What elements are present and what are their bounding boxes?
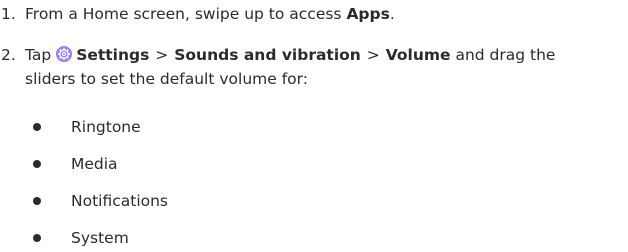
step-number: 1. — [1, 5, 16, 23]
step-text: From a Home screen, swipe up to access A… — [25, 2, 395, 26]
bullet-dot — [33, 234, 41, 242]
bullet-dot — [33, 160, 41, 168]
separator: > — [155, 46, 169, 64]
step-2-line-2: sliders to set the default volume for: — [25, 70, 308, 88]
settings-gear-icon — [56, 46, 73, 62]
separator: > — [366, 46, 380, 64]
sounds-label: Sounds and vibration — [174, 46, 361, 64]
bullet-label: System — [71, 229, 129, 247]
apps-label: Apps — [346, 5, 390, 23]
step-2-line-1: Tap Settings > Sounds and vibration > Vo… — [25, 43, 555, 67]
step-text-part: and drag the — [455, 46, 556, 64]
bullet-label: Notifications — [71, 192, 169, 210]
settings-label: Settings — [76, 46, 150, 64]
bullet-label: Ringtone — [71, 118, 141, 136]
bullet-label: Media — [71, 155, 118, 173]
tap-word: Tap — [25, 46, 52, 64]
step-text: Tap Settings > Sounds and vibration > Vo… — [25, 43, 555, 91]
bullet-dot — [33, 123, 41, 131]
step-text-end: . — [389, 5, 395, 23]
step-text-part: From a Home screen, swipe up to access — [25, 5, 347, 23]
step-number: 2. — [1, 46, 16, 64]
bullet-dot — [33, 197, 41, 205]
volume-label: Volume — [385, 46, 451, 64]
